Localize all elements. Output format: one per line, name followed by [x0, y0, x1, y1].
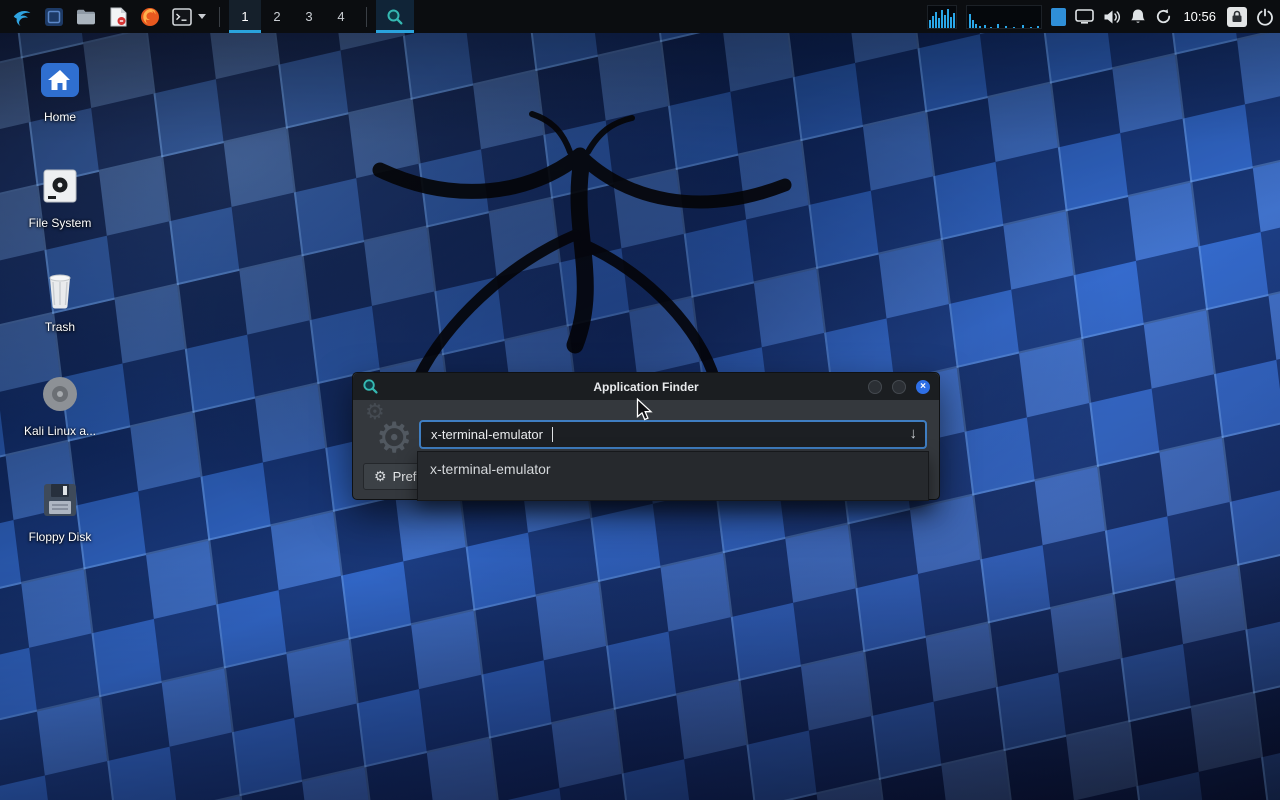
maximize-button[interactable] — [892, 380, 906, 394]
disc-icon — [36, 370, 84, 418]
firefox-launcher[interactable] — [137, 4, 163, 30]
floppy-icon — [36, 476, 84, 524]
trash-icon — [36, 266, 84, 314]
desktop-icon-label: Home — [16, 110, 104, 124]
panel-separator — [366, 7, 367, 27]
desktop-icon-label: Floppy Disk — [16, 530, 104, 544]
search-input[interactable]: x-terminal-emulator ↓ — [419, 420, 927, 449]
updates-icon[interactable] — [1155, 8, 1172, 25]
minimize-button[interactable] — [868, 380, 882, 394]
close-button[interactable]: × — [916, 380, 930, 394]
application-finder-icon — [362, 378, 379, 395]
text-editor-launcher[interactable] — [105, 4, 131, 30]
kali-logo-icon — [12, 6, 33, 27]
dropdown-item-x-terminal-emulator[interactable]: x-terminal-emulator — [418, 452, 928, 477]
desktop-icon-file-system[interactable]: File System — [16, 162, 104, 230]
terminal-icon — [172, 8, 192, 26]
network-graph[interactable] — [966, 5, 1042, 29]
desktop-icon-label: File System — [16, 216, 104, 230]
panel-separator — [219, 7, 220, 27]
systray-indicator-icon[interactable] — [1051, 8, 1066, 26]
window-title: Application Finder — [353, 380, 939, 394]
taskbar-application-finder-button[interactable] — [376, 0, 414, 33]
window-icon — [44, 7, 64, 27]
document-icon — [110, 7, 127, 27]
home-icon — [36, 56, 84, 104]
volume-icon[interactable] — [1103, 9, 1121, 25]
desktop-icon-label: Trash — [16, 320, 104, 334]
cpu-graph[interactable] — [927, 5, 957, 29]
desktop-icon-floppy-disk[interactable]: Floppy Disk — [16, 476, 104, 544]
terminal-launcher[interactable] — [169, 4, 195, 30]
notifications-bell-icon[interactable] — [1130, 8, 1146, 25]
desktop-icon-label: Kali Linux a... — [16, 424, 104, 438]
system-tray: 10:56 — [927, 5, 1274, 29]
workspace-2-label: 2 — [273, 9, 280, 24]
magnifier-icon — [386, 8, 404, 26]
gears-icon: ⚙ ⚙ — [361, 403, 419, 461]
desktop-icon-kali-docs[interactable]: Kali Linux a... — [16, 370, 104, 438]
folder-icon — [76, 8, 96, 25]
workspace-3-label: 3 — [305, 9, 312, 24]
desktop-icon-home[interactable]: Home — [16, 56, 104, 124]
clock[interactable]: 10:56 — [1181, 9, 1218, 24]
lock-icon[interactable] — [1227, 7, 1247, 27]
file-manager-launcher[interactable] — [73, 4, 99, 30]
workspace-2[interactable]: 2 — [261, 0, 293, 33]
logout-power-icon[interactable] — [1256, 8, 1274, 26]
harddrive-icon — [36, 162, 84, 210]
kali-menu-button[interactable] — [9, 4, 35, 30]
mouse-cursor — [636, 398, 654, 424]
workspace-4-label: 4 — [337, 9, 344, 24]
workspace-1[interactable]: 1 — [229, 0, 261, 33]
terminal-dropdown-chevron-icon[interactable] — [198, 14, 206, 19]
desktop-icon-trash[interactable]: Trash — [16, 266, 104, 334]
titlebar[interactable]: Application Finder × — [353, 373, 939, 400]
search-input-value: x-terminal-emulator — [431, 427, 543, 442]
dropdown-arrow-icon[interactable]: ↓ — [910, 425, 918, 442]
application-finder-window: Application Finder × ⚙ ⚙ x-terminal-emul… — [352, 372, 940, 500]
workspace-1-label: 1 — [241, 9, 248, 24]
gear-icon: ⚙ — [374, 468, 387, 485]
window-list-launcher[interactable] — [41, 4, 67, 30]
text-caret — [552, 427, 553, 442]
workspace-3[interactable]: 3 — [293, 0, 325, 33]
top-panel: 1 2 3 4 — [0, 0, 1280, 33]
autocomplete-dropdown: x-terminal-emulator — [417, 451, 929, 501]
display-icon[interactable] — [1075, 9, 1094, 24]
workspace-4[interactable]: 4 — [325, 0, 357, 33]
firefox-icon — [140, 7, 160, 27]
